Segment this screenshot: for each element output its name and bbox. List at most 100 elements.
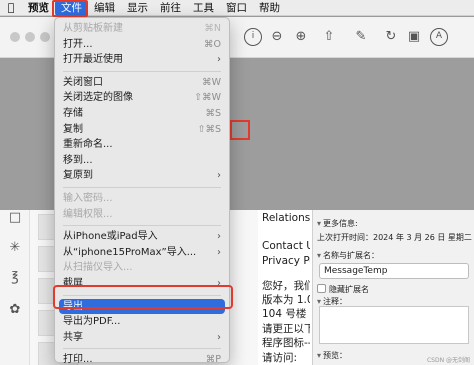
share-icon[interactable]: ⇧	[320, 28, 338, 46]
chevron-right-icon: ›	[217, 231, 221, 243]
doc-line: 版本为 1.0.4	[262, 294, 310, 306]
markup-icon[interactable]: A	[430, 28, 448, 46]
highlight-frame-canvas	[230, 120, 250, 140]
zoom-window-button[interactable]	[40, 32, 50, 42]
minimize-window-button[interactable]	[25, 32, 35, 42]
menu-separator	[63, 186, 221, 188]
hide-extension-checkbox[interactable]	[317, 284, 326, 293]
menu-item-label: 共享	[63, 331, 83, 343]
watermark: CSDN @无剑阁	[426, 357, 470, 364]
menu-item-shortcut: ⌘N	[204, 23, 221, 34]
menu-item[interactable]: 复制 ⇧⌘S	[55, 122, 229, 138]
chevron-right-icon: ›	[217, 331, 221, 343]
doc-line: Privacy Pol	[262, 255, 310, 267]
menu-item[interactable]: 导出为PDF...	[55, 314, 229, 330]
menu-item[interactable]: 复原到 ›	[55, 168, 229, 184]
apple-icon[interactable]: 	[0, 1, 22, 14]
disclosure-down-icon: ▾	[317, 297, 322, 306]
menu-item[interactable]: 从“iphone15ProMax”导入... ›	[55, 245, 229, 261]
menu-item[interactable]: 从扫描仪导入...	[55, 260, 229, 276]
doc-line: 104 号楼	[262, 308, 307, 320]
menu-item[interactable]: 打印... ⌘P	[55, 352, 229, 365]
annotate-icon[interactable]: ▣	[405, 28, 423, 46]
menu-item-label: 存储	[63, 107, 83, 119]
doc-line: 程序图标--	[262, 337, 310, 349]
menu-item-shortcut: ⌘W	[202, 76, 221, 88]
info-icon[interactable]: i	[244, 28, 262, 46]
menu-edit[interactable]: 编辑	[88, 0, 121, 16]
menu-item-shortcut: ⇧⌘W	[194, 92, 221, 104]
menu-item[interactable]: 打开最近使用 ›	[55, 52, 229, 68]
menu-item[interactable]: 移到...	[55, 153, 229, 169]
markup-pen-icon[interactable]: ✎	[352, 28, 370, 46]
disclosure-down-icon: ▾	[317, 219, 322, 228]
last-opened-text: 上次打开时间：2024 年 3 月 26 日 星期二 10	[317, 233, 474, 242]
menu-item-shortcut: ⌘S	[205, 107, 221, 119]
menu-item-label: 导出为PDF...	[63, 316, 121, 328]
rotate-icon[interactable]: ↻	[382, 28, 400, 46]
menu-item-label: 复制	[63, 123, 83, 135]
menu-preview[interactable]: 预览	[22, 0, 55, 16]
menu-item-label: 编辑权限...	[63, 208, 113, 220]
name-ext-header[interactable]: ▾ 名称与扩展名：	[317, 250, 379, 261]
doc-line: Contact Us	[262, 240, 310, 252]
menu-item-label: 输入密码...	[63, 192, 113, 204]
menu-tools[interactable]: 工具	[187, 0, 220, 16]
gear-icon[interactable]: ✳	[7, 240, 23, 256]
menu-item[interactable]: 关闭选定的图像 ⇧⌘W	[55, 90, 229, 106]
menu-item-label: 从“iphone15ProMax”导入...	[63, 246, 197, 258]
disclosure-down-icon: ▾	[317, 351, 322, 360]
menu-item[interactable]: 从剪贴板新建 ⌘N	[55, 21, 229, 37]
menu-window[interactable]: 窗口	[220, 0, 253, 16]
preview-header[interactable]: ▾ 预览：	[317, 350, 347, 361]
file-menu-dropdown: 从剪贴板新建 ⌘N 打开... ⌘O 打开最近使用 › 关闭窗口 ⌘W 关闭选定的图像 ⇧⌘W 存储…	[54, 17, 230, 365]
chevron-right-icon: ›	[217, 54, 221, 66]
menu-item-label: 重新命名...	[63, 139, 113, 151]
menu-go[interactable]: 前往	[154, 0, 187, 16]
menu-item[interactable]: 输入密码...	[55, 191, 229, 207]
highlight-frame-export	[53, 285, 233, 309]
menu-item-label: 从剪贴板新建	[63, 23, 123, 34]
menu-item-label: 打开最近使用	[63, 54, 123, 66]
menu-item-label: 从扫描仪导入...	[63, 262, 133, 274]
zoom-in-icon[interactable]: ⊕	[292, 28, 310, 46]
notes-textarea[interactable]	[319, 306, 469, 344]
info-panel: ▾ 更多信息: 上次打开时间：2024 年 3 月 26 日 星期二 10 ▾ 名称…	[312, 210, 474, 365]
menu-item[interactable]: 从iPhone或iPad导入 ›	[55, 229, 229, 245]
disclosure-down-icon: ▾	[317, 251, 322, 260]
sidebar: □ ✳ ℥ ✿	[0, 210, 30, 365]
doc-line: 请访问:	[262, 352, 298, 364]
menu-item-label: 关闭选定的图像	[63, 92, 133, 104]
menu-item[interactable]: 关闭窗口 ⌘W	[55, 75, 229, 91]
name-ext-label: 名称与扩展名：	[323, 251, 380, 260]
zoom-out-icon[interactable]: ⊖	[268, 28, 286, 46]
menu-item[interactable]: 共享 ›	[55, 330, 229, 346]
menu-item[interactable]: 打开... ⌘O	[55, 37, 229, 53]
settings-icon[interactable]: ✿	[7, 302, 23, 318]
chevron-right-icon: ›	[217, 170, 221, 182]
doc-line: 您好，我们	[262, 280, 310, 292]
menu-item-label: 打印...	[63, 354, 93, 365]
hide-extension-label: 隐藏扩展名	[329, 285, 369, 294]
menu-item[interactable]: 存储 ⌘S	[55, 106, 229, 122]
notes-label: 注释：	[323, 297, 348, 306]
menu-item-shortcut: ⌘O	[204, 38, 221, 50]
menu-item-label: 打开...	[63, 38, 93, 50]
menu-item[interactable]: 重新命名...	[55, 137, 229, 153]
menu-separator	[63, 348, 221, 350]
document-text: Relations Contact Us Privacy Pol 您好，我们 版…	[258, 210, 310, 365]
filename-field[interactable]: MessageTemp	[319, 263, 469, 279]
more-info-header[interactable]: ▾ 更多信息:	[317, 218, 358, 229]
menu-help[interactable]: 帮助	[253, 0, 286, 16]
butterfly-icon[interactable]: ℥	[7, 270, 23, 286]
hide-extension-row[interactable]: 隐藏扩展名	[317, 284, 369, 295]
menu-view[interactable]: 显示	[121, 0, 154, 16]
menu-item[interactable]: 编辑权限...	[55, 207, 229, 223]
more-info-label: 更多信息:	[323, 219, 358, 228]
folder-icon[interactable]: □	[7, 210, 23, 226]
menu-item-label: 复原到	[63, 170, 93, 182]
menu-separator	[63, 70, 221, 72]
doc-line: Relations	[262, 212, 310, 224]
highlight-frame-file-menu	[52, 0, 88, 17]
close-window-button[interactable]	[10, 32, 20, 42]
